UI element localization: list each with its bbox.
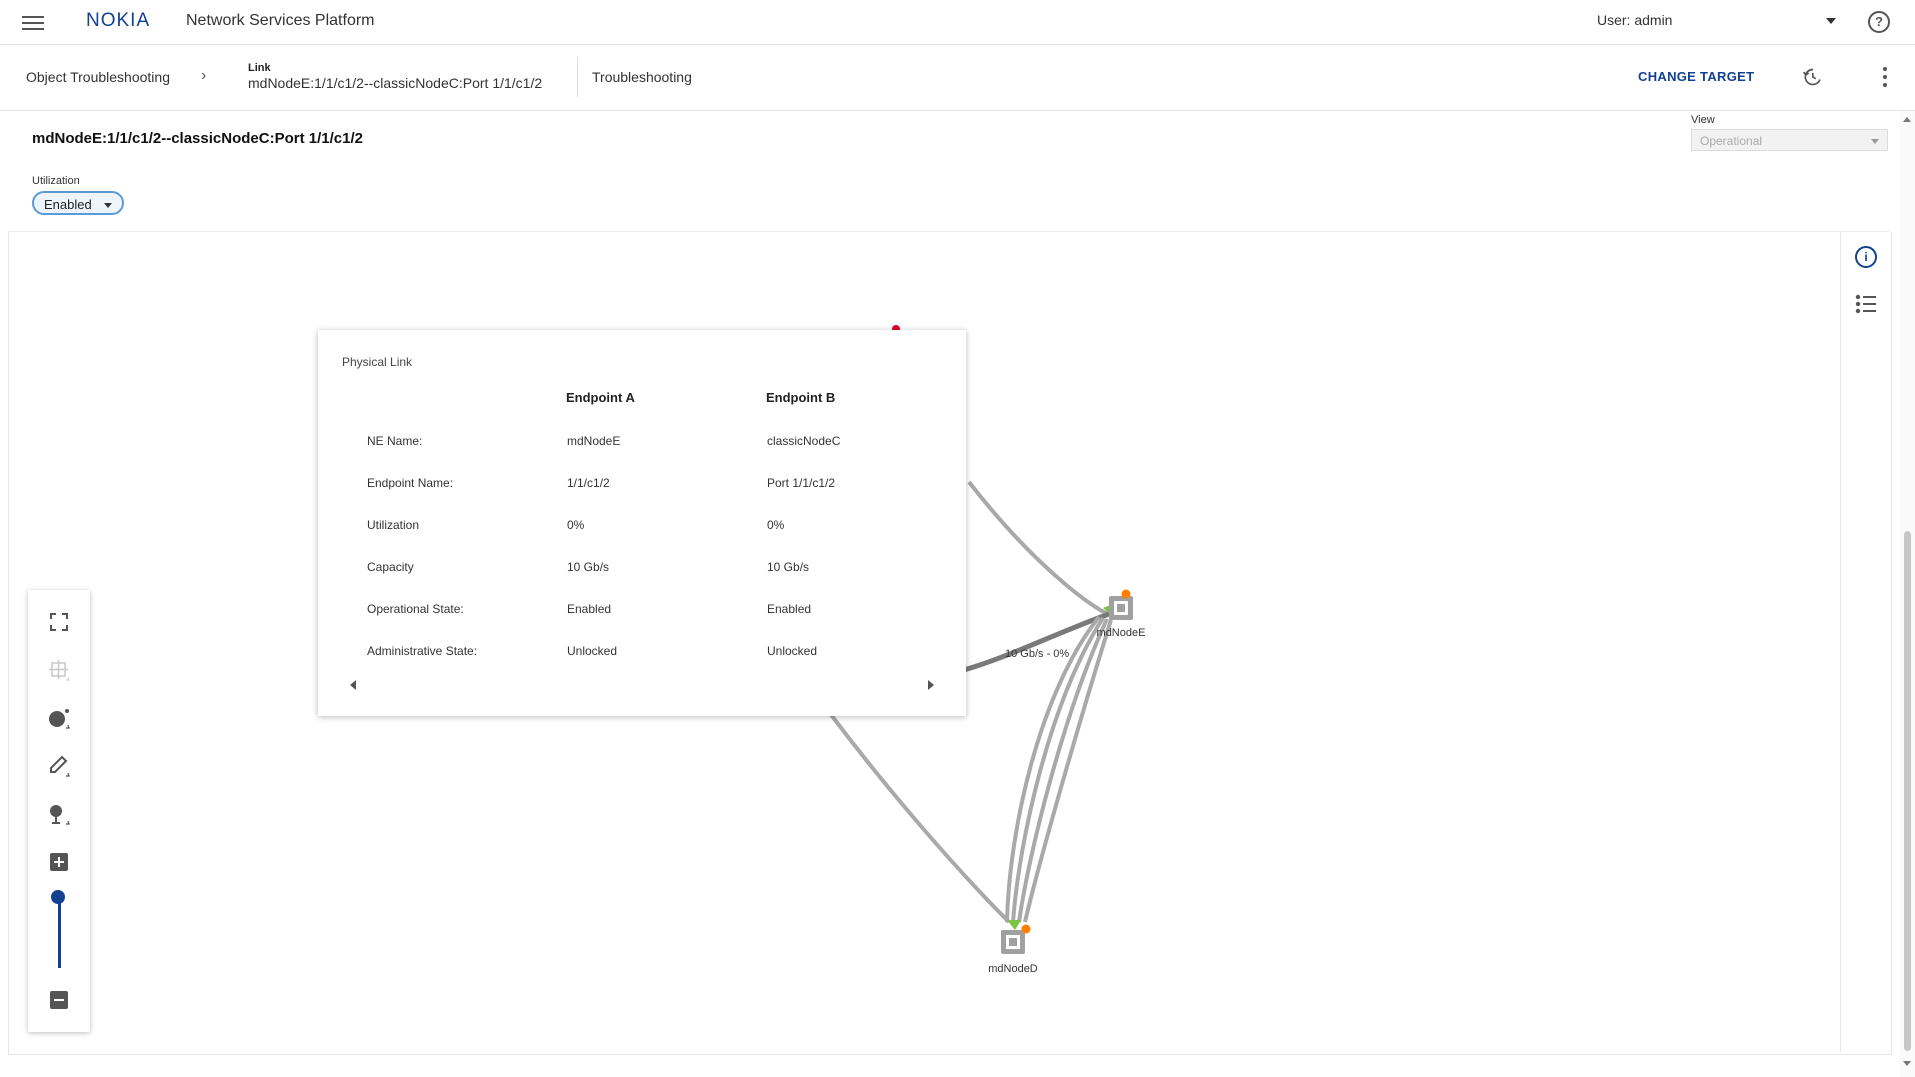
object-title: mdNodeE:1/1/c1/2--classicNodeC:Port 1/1/… [32, 130, 363, 147]
breadcrumb-root-link[interactable]: Object Troubleshooting [26, 69, 170, 85]
fit-screen-icon[interactable] [47, 610, 71, 634]
utilization-value: Enabled [44, 197, 92, 212]
endpoint-a-value: 0% [567, 518, 585, 532]
port-up-marker [1007, 920, 1021, 930]
endpoint-a-header: Endpoint A [566, 390, 635, 405]
view-value: Operational [1700, 134, 1763, 148]
endpoint-a-value: Unlocked [567, 644, 618, 658]
row-label: Operational State: [367, 602, 464, 616]
row-label: Utilization [367, 518, 420, 532]
endpoint-b-value: 10 Gb/s [767, 560, 810, 574]
scroll-right-arrow-icon[interactable] [928, 680, 934, 690]
history-icon[interactable] [1802, 67, 1822, 87]
app-title: Network Services Platform [186, 12, 375, 29]
scrollbar-thumb[interactable] [1904, 531, 1911, 1051]
page-scrollbar[interactable] [1900, 111, 1915, 1077]
chevron-down-icon[interactable] [1826, 18, 1836, 24]
kebab-menu-icon[interactable] [1882, 67, 1888, 87]
popup-title: Physical Link [342, 355, 413, 369]
breadcrumb: Object Troubleshooting › Link mdNodeE:1/… [0, 45, 1915, 111]
endpoint-b-value: classicNodeC [767, 434, 841, 448]
scroll-up-arrow-icon[interactable] [1903, 117, 1911, 122]
utilization-label: Utilization [32, 175, 80, 187]
zoom-slider-track[interactable] [58, 896, 61, 968]
endpoint-b-value: Enabled [767, 602, 812, 616]
row-label: Administrative State: [367, 644, 478, 658]
view-label: View [1691, 114, 1715, 126]
link-capacity-label: 10 Gb/s - 0% [1005, 648, 1069, 660]
physical-link-popup: Physical Link Endpoint A Endpoint B NE N… [318, 330, 966, 716]
chevron-down-icon [1871, 139, 1879, 144]
link-style-icon[interactable] [47, 754, 71, 778]
breadcrumb-type-label: Link [248, 62, 271, 74]
view-select[interactable]: Operational [1691, 129, 1888, 151]
endpoint-a-value: 10 Gb/s [567, 560, 610, 574]
alarm-indicator [1021, 924, 1031, 934]
grid-layout-icon[interactable] [47, 658, 71, 682]
list-icon[interactable] [1855, 294, 1877, 314]
endpoint-b-header: Endpoint B [766, 390, 836, 405]
row-label: Endpoint Name: [367, 476, 454, 490]
link-path[interactable] [967, 480, 1110, 616]
endpoint-a-value: Enabled [567, 602, 612, 616]
node-style-icon[interactable] [47, 706, 71, 730]
help-circle-icon[interactable]: ? [1868, 11, 1890, 33]
link-path[interactable] [827, 710, 1011, 924]
object-header-panel: mdNodeE:1/1/c1/2--classicNodeC:Port 1/1/… [8, 111, 1890, 232]
map-toolbar [28, 590, 90, 1032]
node-mdNodeD[interactable]: mdNodeD [988, 924, 1038, 976]
hamburger-menu-icon[interactable] [22, 12, 44, 32]
row-label: NE Name: [367, 434, 423, 448]
breadcrumb-divider [577, 57, 578, 97]
endpoint-a-value: 1/1/c1/2 [567, 476, 610, 490]
side-toolbar: i [1840, 232, 1891, 1052]
zoom-slider-handle[interactable] [51, 890, 65, 904]
utilization-dropdown[interactable]: Enabled [32, 191, 124, 215]
alarm-indicator [1121, 589, 1131, 599]
node-label: mdNodeD [988, 963, 1038, 975]
endpoint-b-value: Unlocked [767, 644, 818, 658]
map-pin-icon[interactable] [47, 802, 71, 826]
endpoint-b-value: Port 1/1/c1/2 [767, 476, 836, 490]
link-path[interactable] [1017, 618, 1109, 923]
endpoint-a-value: mdNodeE [567, 434, 621, 448]
change-target-button[interactable]: CHANGE TARGET [1638, 69, 1754, 84]
zoom-in-icon[interactable] [47, 850, 71, 874]
user-menu-label[interactable]: User: admin [1597, 12, 1672, 28]
info-icon[interactable]: i [1855, 246, 1877, 268]
endpoint-b-value: 0% [767, 518, 785, 532]
nokia-logo: NOKIA [86, 10, 151, 31]
scroll-down-arrow-icon[interactable] [1903, 1061, 1911, 1066]
node-label: mdNodeE [1097, 627, 1146, 639]
zoom-out-icon[interactable] [47, 988, 71, 1012]
breadcrumb-current-object: mdNodeE:1/1/c1/2--classicNodeC:Port 1/1/… [248, 75, 543, 91]
scroll-left-arrow-icon[interactable] [350, 680, 356, 690]
breadcrumb-page-label: Troubleshooting [592, 69, 692, 85]
row-label: Capacity [367, 560, 414, 574]
chevron-right-icon: › [201, 67, 207, 84]
app-header: NOKIA Network Services Platform User: ad… [0, 0, 1915, 45]
chevron-down-icon [104, 203, 112, 208]
